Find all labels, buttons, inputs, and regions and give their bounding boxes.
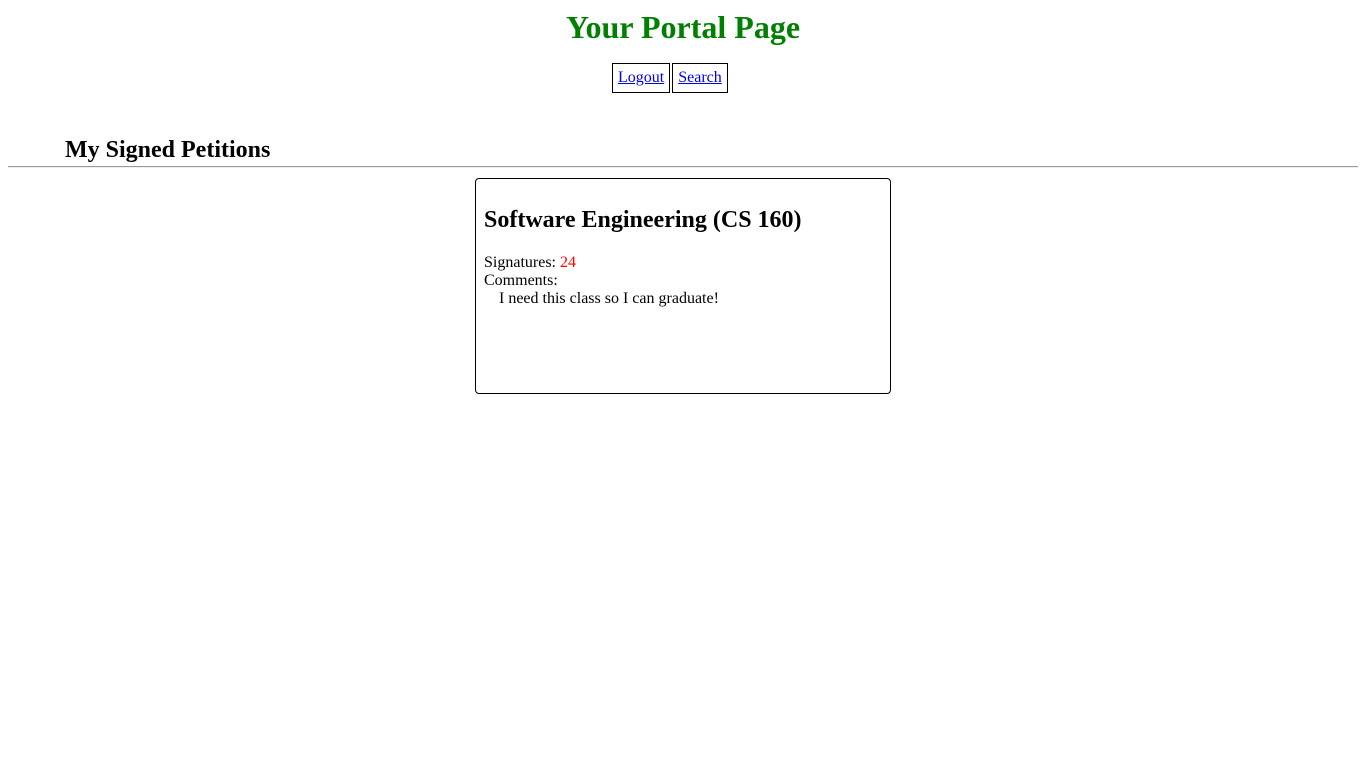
signatures-count: 24 — [560, 254, 576, 271]
portal-page: Your Portal Page Logout Search My Signed… — [0, 0, 1366, 768]
signatures-row: Signatures: 24 — [484, 254, 882, 272]
nav-bar: Logout Search — [610, 61, 730, 95]
petition-card: Software Engineering (CS 160) Signatures… — [475, 178, 891, 394]
page-title: Your Portal Page — [565, 9, 801, 45]
comments-label: Comments: — [484, 272, 558, 289]
section-heading: My Signed Petitions — [65, 137, 271, 163]
nav-cell-search: Search — [672, 63, 728, 93]
comment-item: I need this class so I can graduate! — [499, 290, 719, 307]
search-link[interactable]: Search — [678, 69, 722, 86]
nav-cell-logout: Logout — [612, 63, 671, 93]
logout-link[interactable]: Logout — [618, 69, 664, 86]
section-divider — [8, 166, 1358, 168]
petition-title: Software Engineering (CS 160) — [484, 207, 802, 233]
signatures-label: Signatures: — [484, 254, 556, 271]
petition-info: Signatures: 24 Comments: I need this cla… — [484, 254, 882, 308]
